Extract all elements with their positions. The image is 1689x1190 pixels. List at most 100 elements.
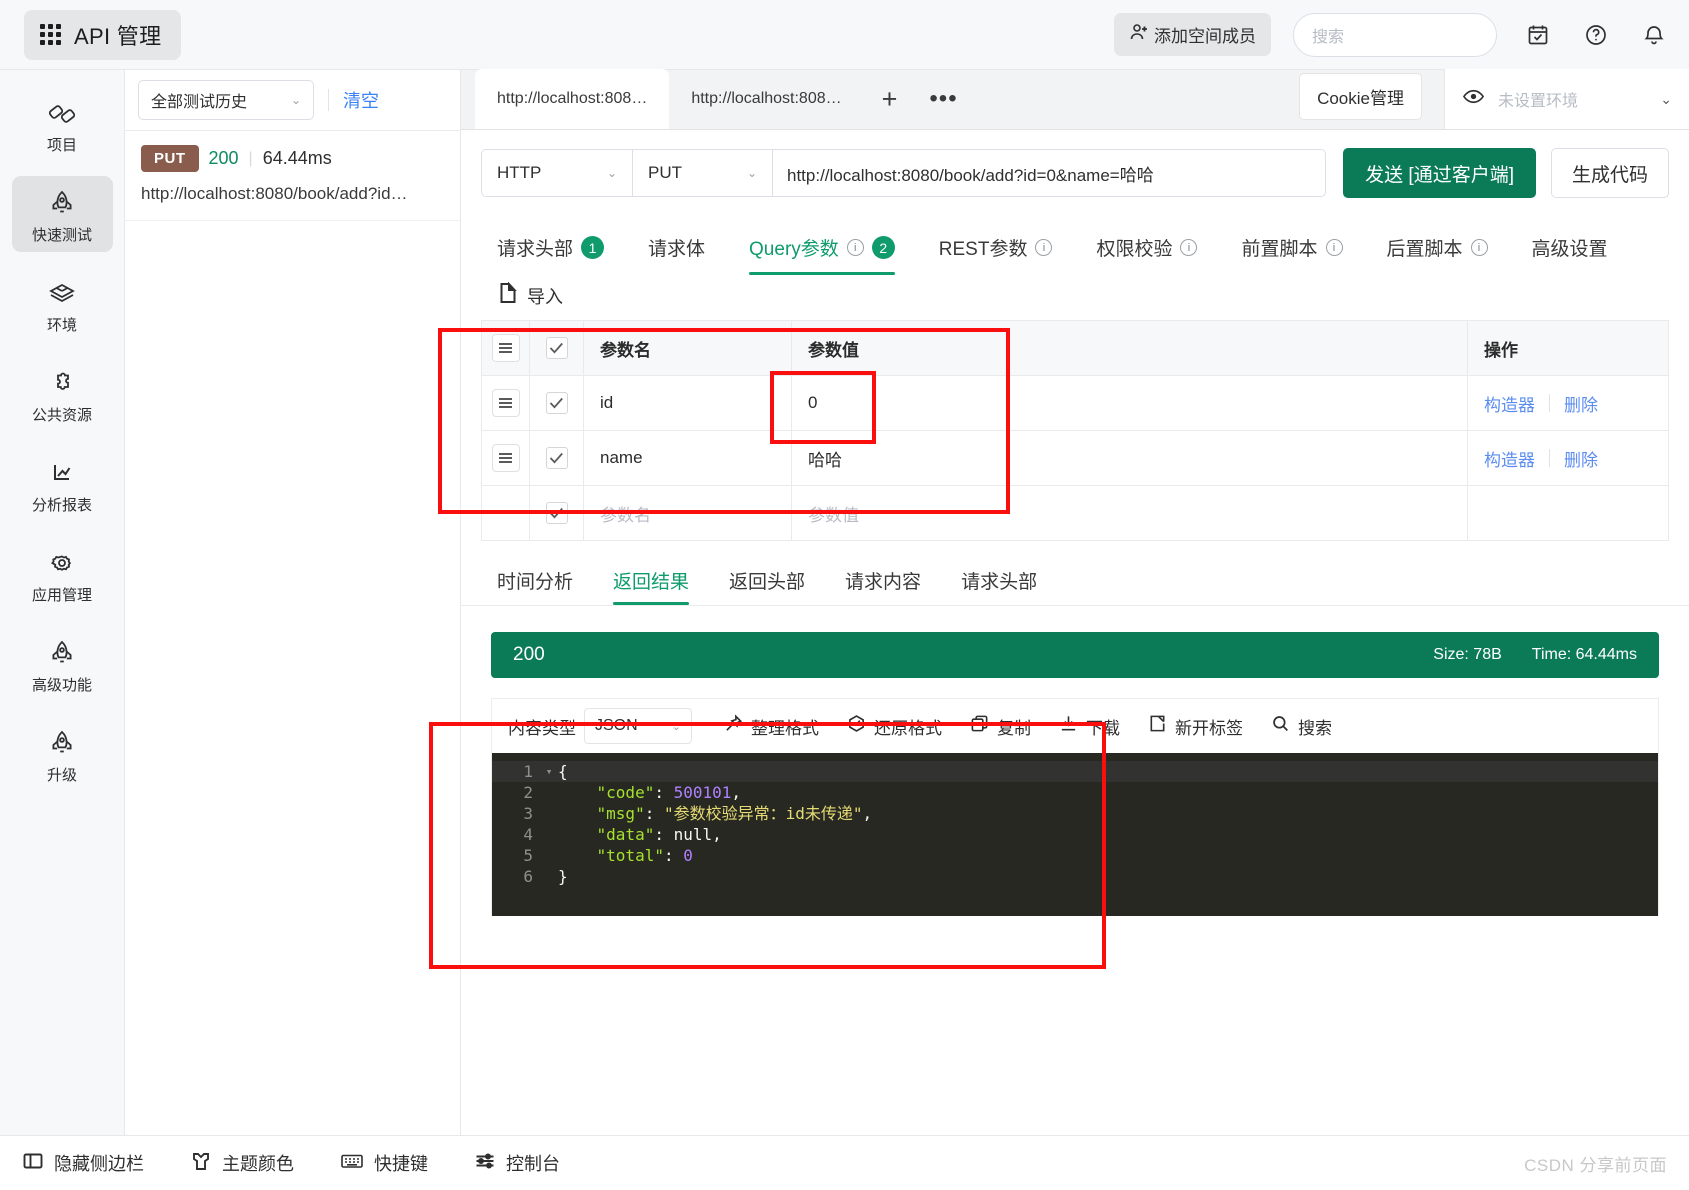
import-label: 导入 (527, 286, 563, 307)
drag-handle-icon[interactable] (491, 444, 520, 472)
tab-request-body[interactable]: 请求体 (626, 228, 727, 275)
history-filter-select[interactable]: 全部测试历史 ⌄ (138, 80, 314, 120)
environment-selector[interactable]: 未设置环境 ⌄ (1444, 69, 1689, 129)
response-time: 64.44ms (262, 148, 332, 168)
add-request-tab-button[interactable]: + (864, 69, 916, 129)
history-item-url: http://localhost:8080/book/add?id… (141, 184, 408, 203)
row-operations-empty (1468, 486, 1668, 540)
hide-sidebar-label: 隐藏侧边栏 (54, 1154, 144, 1174)
code-text: } (558, 867, 568, 886)
add-space-member-button[interactable]: 添加空间成员 (1114, 13, 1271, 56)
restore-label: 还原格式 (874, 718, 942, 738)
row-checkbox[interactable] (530, 486, 584, 540)
console-label: 控制台 (506, 1154, 560, 1174)
url-input[interactable]: http://localhost:8080/book/add?id=0&name… (773, 149, 1327, 197)
response-tabs: 时间分析 返回结果 返回头部 请求内容 请求头部 (461, 541, 1689, 605)
keyboard-icon (340, 1150, 364, 1177)
copy-button[interactable]: 复制 (956, 714, 1045, 739)
drag-handle-icon[interactable] (491, 389, 520, 417)
param-name-input[interactable]: name (584, 431, 792, 485)
fold-toggle-icon[interactable]: ▾ (540, 761, 558, 782)
search-button[interactable]: 搜索 (1257, 714, 1346, 739)
tab-request-headers[interactable]: 请求头部 1 (481, 228, 626, 275)
sidebar-item-advanced[interactable]: 高级功能 (12, 626, 113, 702)
bell-icon[interactable] (1637, 18, 1671, 52)
tab-request-headers-resp[interactable]: 请求头部 (941, 563, 1057, 605)
tab-advanced-settings[interactable]: 高级设置 (1510, 228, 1630, 275)
line-number: 5 (523, 846, 533, 865)
shortcuts-button[interactable]: 快捷键 (340, 1150, 428, 1177)
delete-link[interactable]: 删除 (1564, 391, 1598, 416)
protocol-select[interactable]: HTTP ⌄ (481, 149, 633, 197)
response-status-code: 200 (513, 644, 545, 665)
param-value-input-empty[interactable]: 参数值 (792, 486, 1468, 540)
console-button[interactable]: 控制台 (474, 1150, 560, 1177)
sidebar-item-quick-test[interactable]: 快速测试 (11, 176, 113, 252)
tab-pre-script[interactable]: 前置脚本 i (1219, 228, 1364, 275)
tab-query-params[interactable]: Query参数 i 2 (727, 228, 917, 275)
param-name-input[interactable]: id (584, 376, 792, 430)
import-button[interactable]: 导入 (461, 275, 1689, 320)
history-item[interactable]: PUT 200 | 64.44ms http://localhost:8080/… (125, 131, 460, 221)
row-checkbox[interactable] (530, 376, 584, 430)
generate-code-button[interactable]: 生成代码 (1550, 148, 1669, 198)
sidebar-item-label: 高级功能 (31, 677, 92, 694)
brand-button[interactable]: API 管理 (24, 9, 182, 60)
drag-handle-header[interactable] (482, 321, 530, 375)
line-number: 3 (523, 804, 533, 823)
response-body-code[interactable]: 1 ▾{2 "code": 500101, 3 "msg": "参数校验异常：id未… (492, 753, 1658, 916)
method-select[interactable]: PUT ⌄ (633, 149, 773, 197)
sidebar-item-public-resources[interactable]: 公共资源 (12, 356, 113, 432)
cookie-manager-button[interactable]: Cookie管理 (1299, 73, 1422, 120)
code-text: "total": 0 (596, 846, 693, 865)
tab-auth[interactable]: 权限校验 i (1074, 228, 1219, 275)
tab-response-body[interactable]: 返回结果 (593, 563, 709, 605)
content-type-select[interactable]: JSON ⌄ (584, 708, 692, 744)
new-tab-button[interactable]: 新开标签 (1134, 714, 1257, 739)
shortcuts-label: 快捷键 (374, 1154, 428, 1174)
request-tab-more-button[interactable]: ••• (915, 69, 971, 129)
url-bar: HTTP ⌄ PUT ⌄ http://localhost:8080/book/… (461, 130, 1689, 214)
tab-response-headers[interactable]: 返回头部 (709, 563, 825, 605)
sidebar-item-label: 项目 (46, 137, 77, 154)
row-checkbox[interactable] (530, 431, 584, 485)
sidebar-item-project[interactable]: 项目 (12, 86, 113, 162)
param-name-input-empty[interactable]: 参数名 (584, 486, 792, 540)
format-pin-icon (724, 714, 743, 738)
search-input[interactable]: 搜索 (1293, 12, 1497, 57)
drag-handle-icon[interactable] (491, 334, 520, 362)
url-value: http://localhost:8080/book/add?id=0&name… (787, 165, 1154, 185)
tab-post-script[interactable]: 后置脚本 i (1365, 228, 1510, 275)
calendar-check-icon[interactable] (1521, 18, 1555, 52)
theme-color-button[interactable]: 主题颜色 (190, 1150, 294, 1177)
tab-request-content[interactable]: 请求内容 (825, 563, 941, 605)
row-operations: 构造器 删除 (1468, 431, 1668, 485)
delete-link[interactable]: 删除 (1564, 446, 1598, 471)
download-button[interactable]: 下载 (1045, 714, 1134, 739)
tab-timing[interactable]: 时间分析 (477, 563, 593, 605)
sidebar-item-app-management[interactable]: 应用管理 (12, 536, 113, 612)
restore-format-button[interactable]: 还原格式 (833, 714, 956, 739)
box-icon (45, 277, 79, 311)
request-tab-1[interactable]: http://localhost:808… (475, 69, 670, 129)
send-button[interactable]: 发送 [通过客户端] (1343, 148, 1536, 198)
sidebar-item-upgrade[interactable]: 升级 (12, 716, 113, 792)
tab-rest-params[interactable]: REST参数 i (917, 228, 1075, 275)
viewer-toolbar: 内容类型 JSON ⌄ 整理格式 还原格式 复制 下载 新开标签 搜索 (492, 699, 1658, 753)
builder-link[interactable]: 构造器 (1484, 446, 1535, 471)
row-drag-handle[interactable] (482, 431, 530, 485)
sidebar-item-environment[interactable]: 环境 (12, 266, 113, 342)
request-tab-2[interactable]: http://localhost:808… (669, 69, 863, 129)
protocol-value: HTTP (497, 163, 542, 182)
hide-sidebar-button[interactable]: 隐藏侧边栏 (22, 1150, 144, 1177)
search-placeholder: 搜索 (1312, 28, 1345, 46)
format-button[interactable]: 整理格式 (710, 714, 833, 739)
select-all-checkbox[interactable] (530, 321, 584, 375)
param-value-input[interactable]: 哈哈 (792, 431, 1468, 485)
builder-link[interactable]: 构造器 (1484, 391, 1535, 416)
clear-history-button[interactable]: 清空 (343, 87, 379, 113)
param-value-input[interactable]: 0 (792, 376, 1468, 430)
row-drag-handle[interactable] (482, 376, 530, 430)
sidebar-item-analytics[interactable]: 分析报表 (12, 446, 113, 522)
help-circle-icon[interactable] (1579, 18, 1613, 52)
